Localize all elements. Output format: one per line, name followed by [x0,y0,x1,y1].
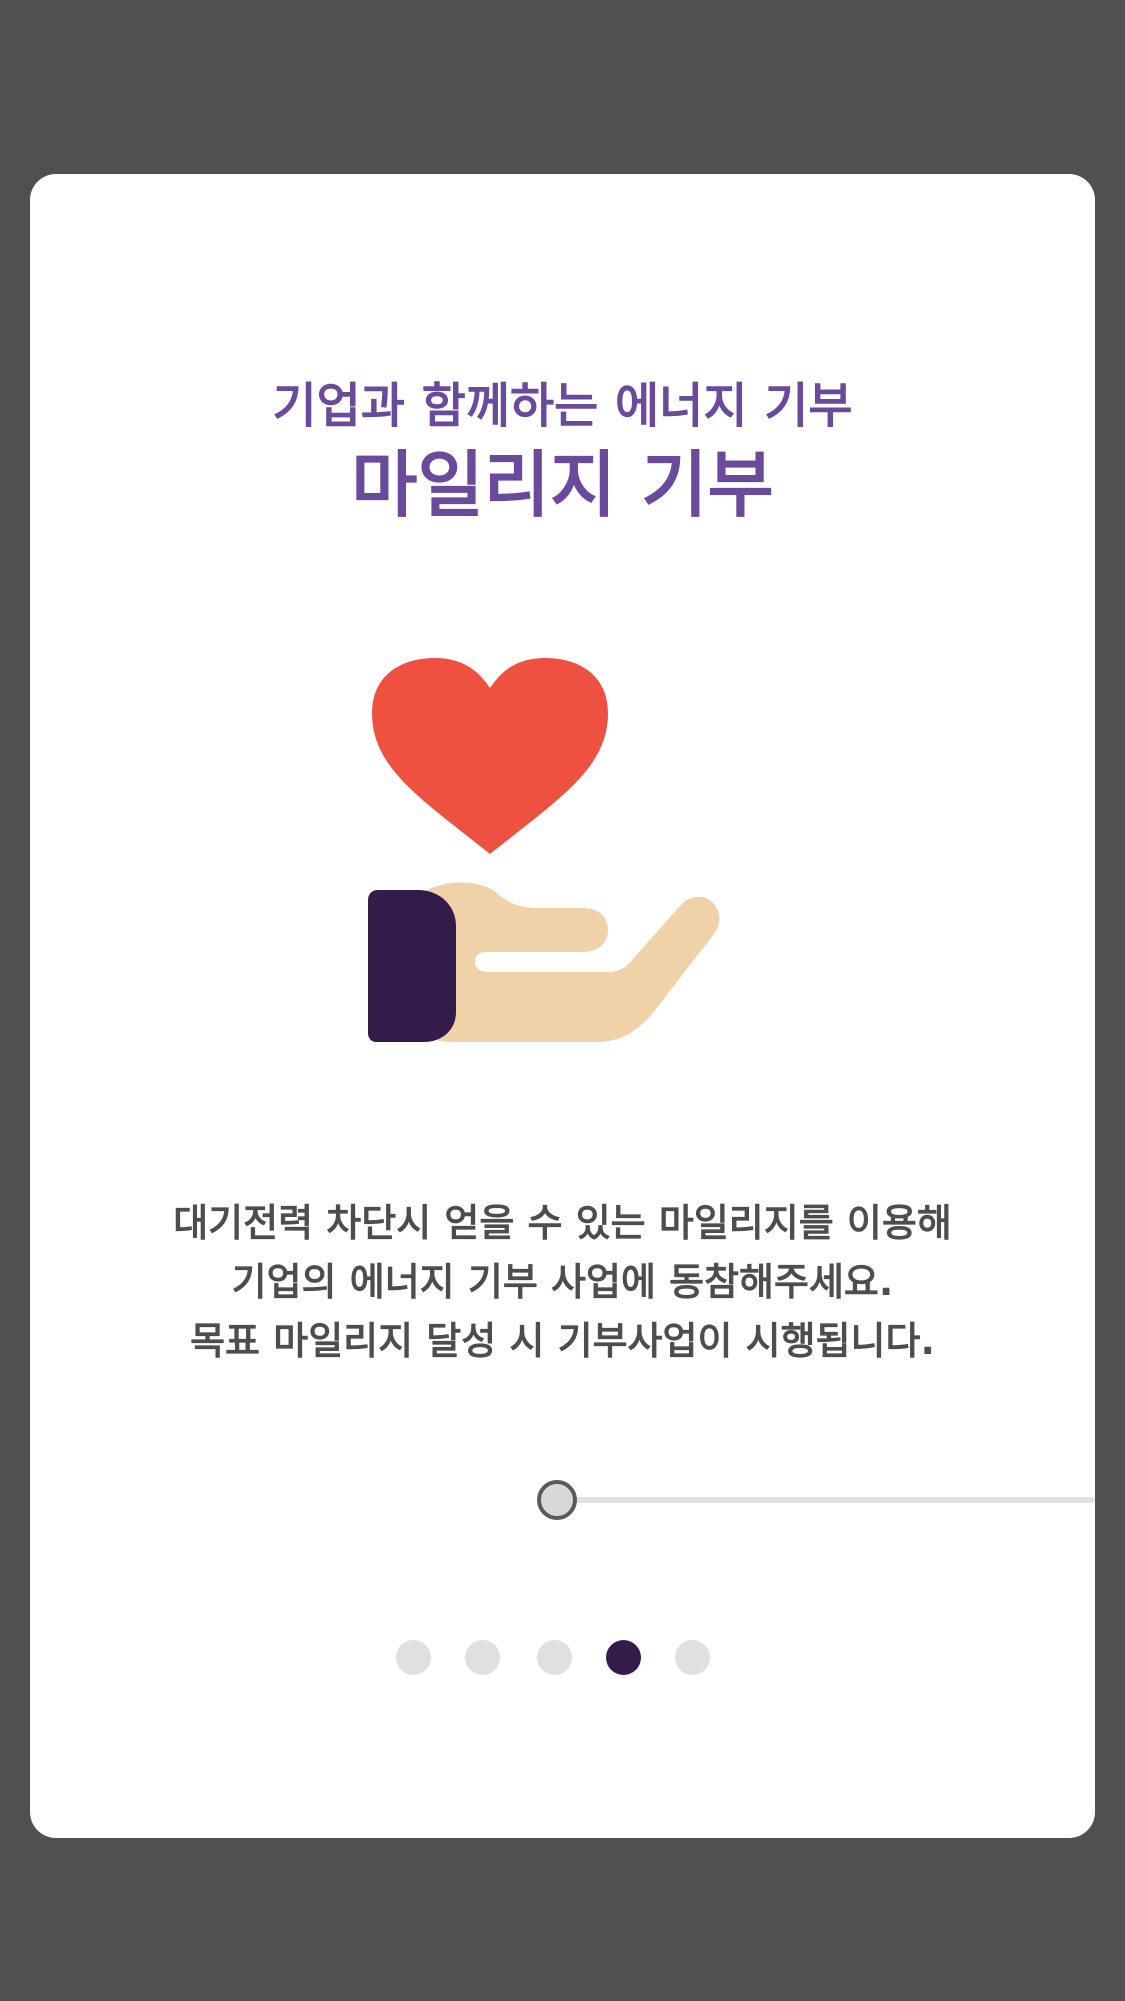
page-dot-5[interactable] [675,1640,710,1675]
onboarding-card: 기업과 함께하는 에너지 기부 마일리지 기부 대기전력 차단시 얻을 수 있는… [30,174,1095,1838]
description-line: 목표 마일리지 달성 시 기부사업이 시행됩니다. [190,1319,935,1363]
page-dot-4-active[interactable] [606,1640,641,1675]
card-title: 마일리지 기부 [351,443,774,527]
card-description: 대기전력 차단시 얻을 수 있는 마일리지를 이용해 기업의 에너지 기부 사업… [30,1194,1095,1371]
page-indicator [30,1640,1095,1676]
sleeve-shape [368,890,456,1042]
hand-holding-heart-icon [360,658,800,1058]
description-line: 기업의 에너지 기부 사업에 동참해주세요. [231,1260,894,1304]
page-dot-1[interactable] [396,1640,431,1675]
page-dot-2[interactable] [465,1640,500,1675]
page-dot-3[interactable] [537,1640,572,1675]
description-line: 대기전력 차단시 얻을 수 있는 마일리지를 이용해 [173,1201,952,1245]
heart-shape [372,658,608,854]
mileage-slider[interactable] [537,1480,1095,1520]
hand-shape [415,882,720,1042]
slider-thumb[interactable] [537,1480,577,1520]
slider-track[interactable] [557,1497,1095,1503]
